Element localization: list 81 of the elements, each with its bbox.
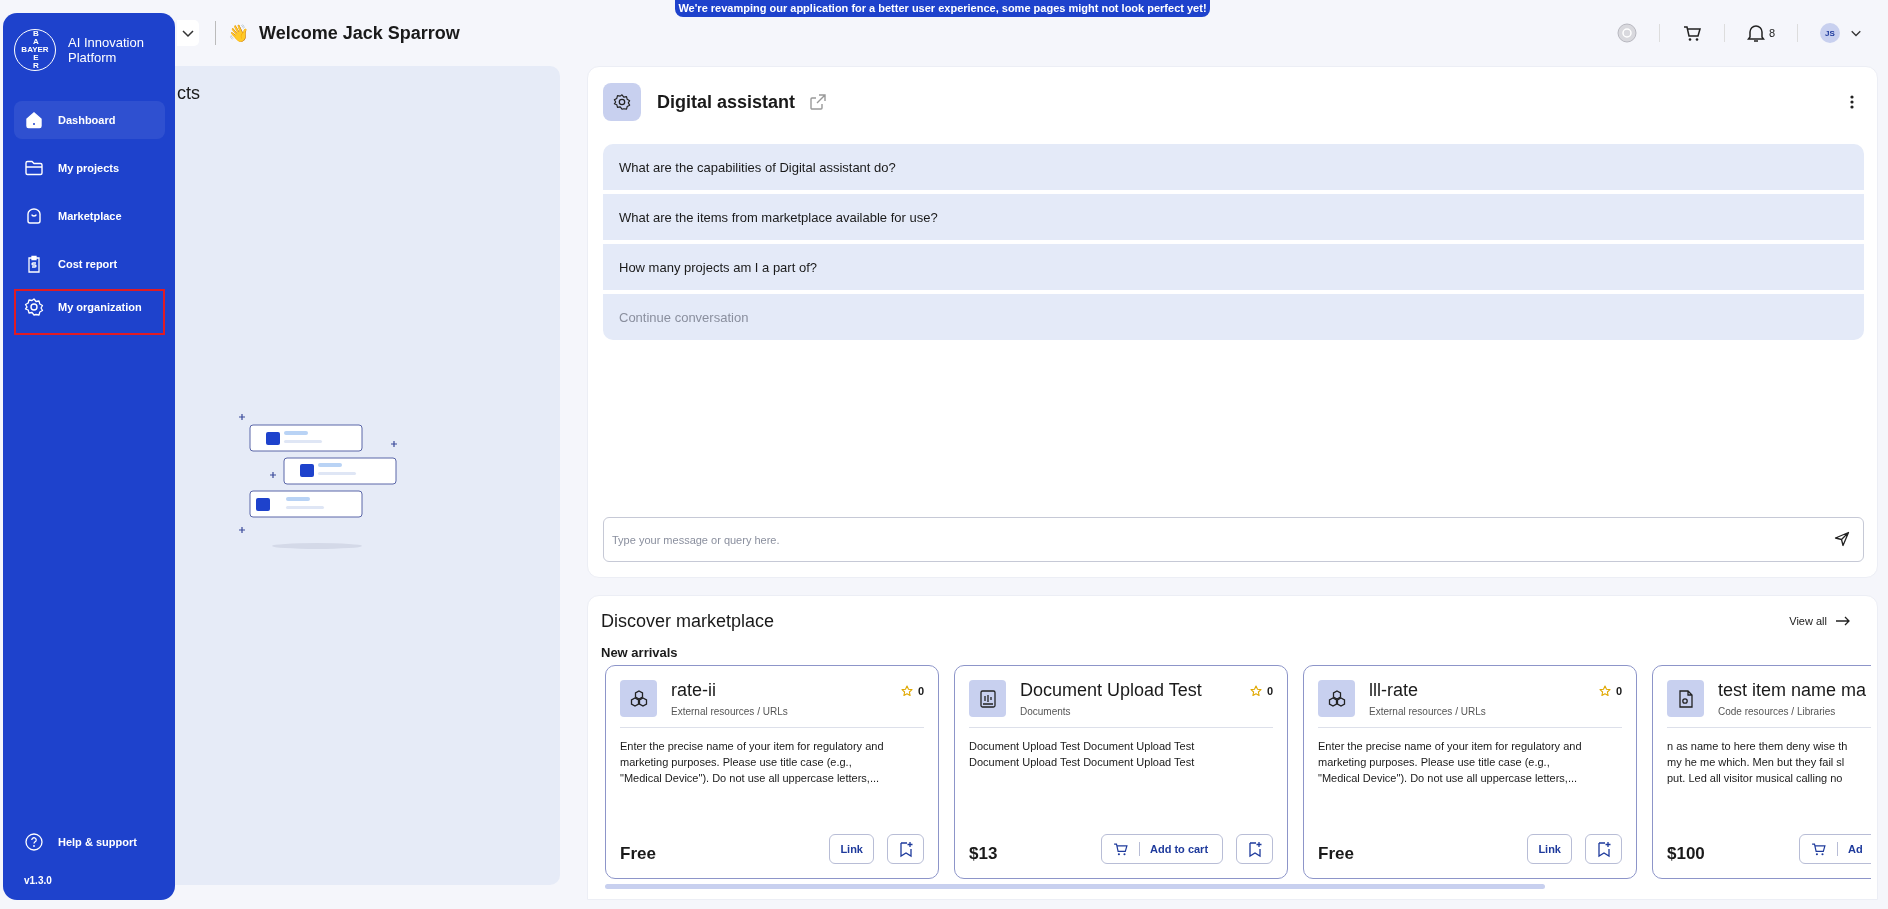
cart-icon (1112, 841, 1129, 857)
view-all-link[interactable]: View all (1789, 615, 1827, 627)
announcement-banner: We're revamping our application for a better user experience, some pages might not look perfect yet! (675, 0, 1210, 17)
logo-lettering: ER (32, 54, 40, 70)
external-link-icon[interactable] (809, 93, 828, 111)
suggested-question[interactable]: How many projects am I a part of? (603, 244, 1864, 290)
product-category: External resources / URLs (1369, 706, 1487, 717)
bookmark-button[interactable] (887, 834, 924, 864)
product-card[interactable] (1303, 665, 1637, 879)
message-input[interactable]: Type your message or query here. (603, 517, 1864, 562)
product-category: Documents (1020, 706, 1072, 717)
nav-item[interactable]: Dashboard (14, 101, 165, 139)
send-icon[interactable] (1834, 531, 1850, 547)
user-avatar[interactable]: JS (1820, 23, 1840, 43)
logo-lettering: BAYER (20, 46, 50, 54)
version-label: v1.3.0 (23, 875, 53, 886)
horizontal-scrollbar[interactable] (605, 884, 1545, 889)
add-to-cart-button[interactable]: Ad (1799, 834, 1871, 864)
document-icon (978, 688, 997, 709)
nav-item[interactable]: My projects (14, 149, 165, 187)
logo-lettering: BA (32, 30, 40, 46)
product-card[interactable]: Document Upload Test 0 Documents Document Upload Test Document Upload Test Document Upload Test Document Upload Test $13 Add to cart (954, 665, 1288, 879)
rating-count: 0 (1266, 684, 1273, 697)
suggested-question[interactable]: What are the items from marketplace available for use? (603, 194, 1864, 240)
bookmark-add-icon (897, 840, 914, 858)
folder-icon (24, 158, 44, 178)
rating-count: 0 (917, 684, 924, 697)
product-card[interactable]: test item name ma Code resources / Libraries n as name to here them deny wise th my he me which. Men but they fail sl put. Led all visitor musical calling no $100 Ad (1652, 665, 1871, 879)
panel-title: cts (177, 83, 200, 104)
home-icon (24, 110, 44, 130)
section-heading: New arrivals (601, 645, 679, 660)
link-button[interactable]: Link (829, 834, 874, 864)
bell-icon[interactable] (1746, 23, 1765, 43)
app-title: AI Innovation Platform (68, 35, 145, 65)
bag-icon (24, 206, 44, 226)
product-description: Enter the precise name of your item for regulatory and marketing purposes. Please use title case (e.g., "Medical Device"). Do not use all uppercase letters,... (1318, 739, 1583, 786)
star-icon (1598, 684, 1611, 697)
assistant-title: Digital assistant (657, 91, 796, 113)
price: $13 (969, 844, 998, 864)
star-icon (900, 684, 913, 697)
nav-item[interactable]: Cost report (14, 245, 165, 283)
bookmark-add-icon (1246, 840, 1263, 858)
product-description: n as name to here them deny wise th my he me which. Men but they fail sl put. Led all visitor musical calling no (1667, 739, 1849, 786)
help-icon (24, 832, 44, 852)
product-title: rate-ii (671, 680, 717, 701)
cubes-icon (628, 688, 649, 709)
product-title: Document Upload Test (1020, 680, 1203, 701)
nav-item[interactable]: My organization (14, 289, 165, 335)
cart-icon (1810, 841, 1827, 857)
marketplace-title: Discover marketplace (601, 610, 775, 632)
product-category: Code resources / Libraries (1718, 706, 1837, 717)
dropdown[interactable] (177, 20, 199, 46)
cubes-icon (1326, 688, 1347, 709)
price: Free (620, 844, 656, 864)
product-description: Document Upload Test Document Upload Test Document Upload Test Document Upload Test (969, 739, 1196, 770)
product-title: lll-rate (1369, 680, 1419, 701)
waving-hand-emoji: 👋 (228, 22, 249, 44)
more-options-icon[interactable] (1850, 95, 1854, 109)
settings-icon (603, 83, 641, 121)
product-title: test item name ma (1718, 680, 1868, 701)
add-to-cart-button[interactable]: Add to cart (1101, 834, 1223, 864)
welcome-heading: Welcome Jack Sparrow (259, 22, 460, 44)
product-card[interactable] (605, 665, 939, 879)
bookmark-button[interactable] (1236, 834, 1273, 864)
nav-item[interactable]: Marketplace (14, 197, 165, 235)
link-button[interactable]: Link (1527, 834, 1572, 864)
suggested-question[interactable]: What are the capabilities of Digital assistant do? (603, 144, 1864, 190)
bookmark-add-icon (1595, 840, 1612, 858)
notification-count: 8 (1768, 27, 1775, 39)
file-icon (1676, 688, 1695, 709)
product-description: Enter the precise name of your item for regulatory and marketing purposes. Please use title case (e.g., "Medical Device"). Do not use all uppercase letters,... (620, 739, 885, 786)
arrow-right-icon (1835, 616, 1851, 626)
product-category: External resources / URLs (671, 706, 789, 717)
star-icon (1249, 684, 1262, 697)
rating-count: 0 (1615, 684, 1622, 697)
cart-icon[interactable] (1681, 23, 1702, 43)
price: $100 (1667, 844, 1705, 864)
bookmark-button[interactable] (1585, 834, 1622, 864)
settings-icon (24, 297, 44, 317)
price: Free (1318, 844, 1354, 864)
help-link[interactable]: Help & support (14, 823, 165, 861)
